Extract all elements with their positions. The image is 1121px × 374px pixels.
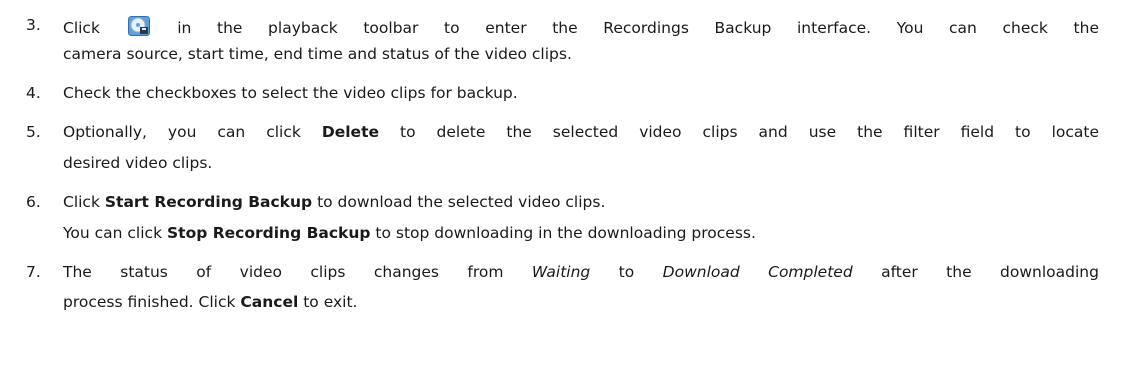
step-note: You can click Stop Recording Backup to s…: [63, 224, 756, 242]
step-text: Check the checkboxes to select the video…: [63, 84, 518, 102]
step-number: 4.: [26, 84, 41, 102]
step-number: 3.: [26, 16, 41, 34]
step-text: Optionally, you can click Delete to dele…: [63, 123, 1099, 141]
step-text: The status of video clips changes from W…: [63, 263, 1099, 281]
step-text-cont: desired video clips.: [63, 154, 213, 172]
step-number: 6.: [26, 193, 41, 211]
backup-disc-icon: [127, 16, 150, 36]
step-number: 5.: [26, 123, 41, 141]
step-text-cont: camera source, start time, end time and …: [63, 45, 572, 63]
step-text-cont: process finished. Click Cancel to exit.: [63, 293, 358, 311]
step-text: Click in the playback toolbar to enter t…: [63, 16, 1099, 37]
manual-page: 3. Click in the playback toolbar to ente…: [0, 0, 1121, 374]
step-text: Click Start Recording Backup to download…: [63, 193, 606, 211]
step-number: 7.: [26, 263, 41, 281]
